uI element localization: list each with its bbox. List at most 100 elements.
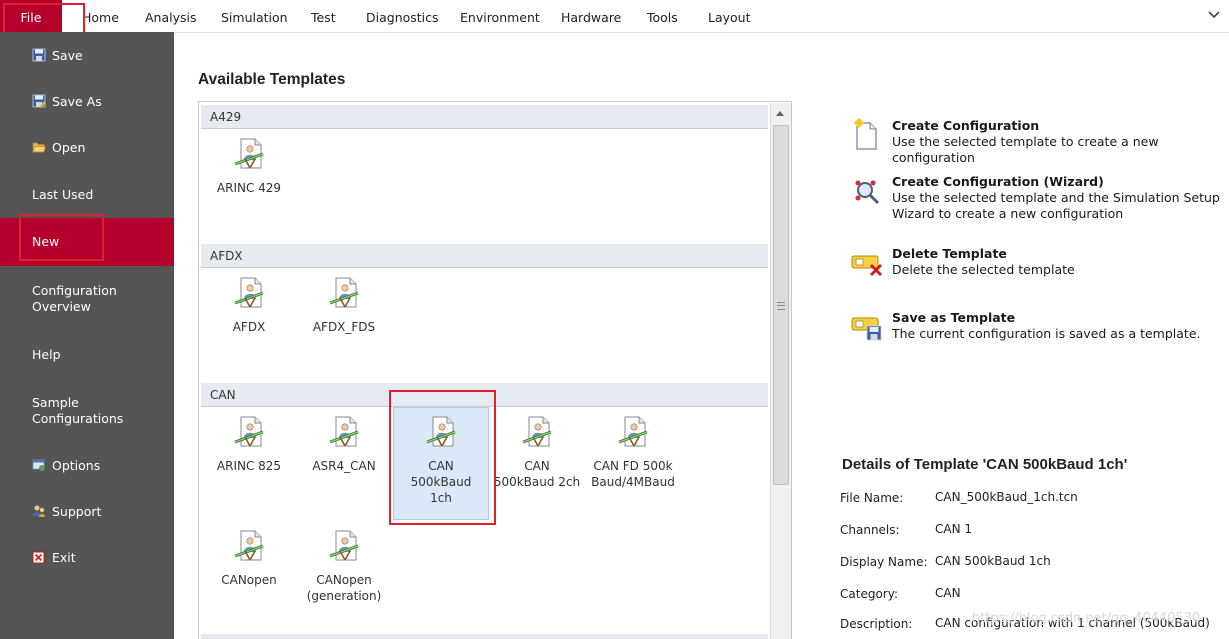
template-asr4-can[interactable]: ASR4_CAN bbox=[296, 415, 392, 483]
template-afdx[interactable]: AFDX bbox=[201, 276, 297, 344]
sidebar-item-exit[interactable]: Exit bbox=[0, 550, 174, 566]
sidebar-item-label: Support bbox=[52, 504, 102, 519]
action-description: Use the selected template to create a ne… bbox=[892, 134, 1159, 165]
menu-analysis[interactable]: Analysis bbox=[145, 0, 197, 32]
menu-hardware[interactable]: Hardware bbox=[561, 0, 621, 32]
detail-value-channels: CAN 1 bbox=[935, 522, 973, 536]
sidebar-item-open[interactable]: Open bbox=[0, 140, 174, 156]
template-file-icon bbox=[328, 529, 360, 562]
menu-tools[interactable]: Tools bbox=[647, 0, 678, 32]
sidebar-item-save-as[interactable]: Save As bbox=[0, 94, 174, 110]
menu-file[interactable]: File bbox=[0, 0, 62, 32]
sidebar-item-label: Save bbox=[52, 48, 83, 63]
template-label: CAN FD 500kBaud/4MBaud bbox=[591, 459, 675, 489]
new-document-icon bbox=[854, 118, 877, 150]
floppy-disk-icon bbox=[32, 48, 46, 62]
template-file-icon bbox=[233, 276, 265, 309]
sidebar-item-label: Configuration Overview bbox=[32, 283, 117, 314]
template-arinc-825[interactable]: ARINC 825 bbox=[201, 415, 297, 483]
action-title: Create Configuration bbox=[892, 118, 1040, 133]
scroll-up-arrow-icon[interactable] bbox=[776, 111, 784, 116]
chevron-down-icon[interactable] bbox=[1207, 8, 1221, 22]
action-title: Create Configuration (Wizard) bbox=[892, 174, 1104, 189]
templates-scrollbar[interactable] bbox=[770, 103, 791, 639]
menu-home[interactable]: Home bbox=[82, 0, 119, 32]
template-label: CAN 500kBaud 2ch bbox=[493, 459, 581, 489]
template-label: ASR4_CAN bbox=[312, 459, 376, 473]
group-header-next bbox=[201, 634, 768, 639]
template-can-500kbaud-1ch[interactable]: CAN 500kBaud 1ch bbox=[393, 407, 489, 520]
sidebar-item-label: Sample Configurations bbox=[32, 395, 124, 426]
group-header-a429: A429 bbox=[201, 105, 768, 129]
detail-label-file-name: File Name: bbox=[840, 491, 904, 505]
sidebar-item-label: New bbox=[32, 234, 60, 249]
action-title: Delete Template bbox=[892, 246, 1007, 261]
action-delete-template[interactable]: Delete Template Delete the selected temp… bbox=[850, 246, 1229, 280]
detail-value-display-name: CAN 500kBaud 1ch bbox=[935, 554, 1051, 568]
detail-label-channels: Channels: bbox=[840, 523, 900, 537]
template-afdx-fds[interactable]: AFDX_FDS bbox=[296, 276, 392, 344]
template-label: AFDX_FDS bbox=[312, 320, 376, 334]
sidebar-item-configuration-overview[interactable]: Configuration Overview bbox=[0, 283, 174, 315]
sidebar-item-save[interactable]: Save bbox=[0, 48, 174, 64]
template-label: ARINC 825 bbox=[216, 459, 282, 473]
template-can-fd-500kbaud-4mbaud[interactable]: CAN FD 500kBaud/4MBaud bbox=[585, 415, 681, 505]
action-description: Use the selected template and the Simula… bbox=[892, 190, 1220, 221]
ribbon-menu-bar: File Home Analysis Simulation Test Diagn… bbox=[0, 0, 1229, 33]
available-templates-heading: Available Templates bbox=[198, 71, 346, 88]
template-label: CANopen bbox=[221, 573, 277, 587]
open-folder-icon bbox=[32, 142, 46, 153]
menu-environment[interactable]: Environment bbox=[460, 0, 540, 32]
floppy-disk-save-as-icon bbox=[32, 94, 46, 108]
detail-label-category: Category: bbox=[840, 587, 898, 601]
exit-icon bbox=[32, 551, 45, 564]
template-label: ARINC 429 bbox=[216, 181, 282, 195]
sidebar-item-help[interactable]: Help bbox=[0, 347, 174, 363]
action-create-configuration[interactable]: Create Configuration Use the selected te… bbox=[850, 118, 1229, 165]
save-template-icon bbox=[851, 317, 882, 341]
action-description: Delete the selected template bbox=[892, 262, 1075, 277]
group-header-afdx: AFDX bbox=[201, 244, 768, 268]
menu-test[interactable]: Test bbox=[311, 0, 336, 32]
sidebar-item-label: Help bbox=[32, 347, 61, 362]
template-can-500kbaud-2ch[interactable]: CAN 500kBaud 2ch bbox=[489, 415, 585, 489]
templates-gallery: A429 ARINC 429 AFDX AFDX AFDX_FDS CAN AR… bbox=[198, 101, 792, 639]
action-save-as-template[interactable]: Save as Template The current configurati… bbox=[850, 310, 1229, 344]
template-details-title: Details of Template 'CAN 500kBaud 1ch' bbox=[842, 456, 1128, 473]
sidebar-item-label: Save As bbox=[52, 94, 102, 109]
sidebar-item-new[interactable]: New bbox=[0, 218, 174, 266]
sidebar-item-label: Last Used bbox=[32, 187, 94, 202]
detail-label-display-name: Display Name: bbox=[840, 555, 928, 569]
backstage-sidebar: Save Save As Open Last Used New Configur… bbox=[0, 32, 174, 639]
menu-diagnostics[interactable]: Diagnostics bbox=[366, 0, 439, 32]
template-file-icon bbox=[425, 415, 457, 448]
template-file-icon bbox=[233, 137, 265, 170]
action-description: The current configuration is saved as a … bbox=[892, 326, 1201, 341]
template-canopen-generation[interactable]: CANopen (generation) bbox=[296, 529, 392, 609]
group-header-can: CAN bbox=[201, 383, 768, 407]
template-arinc-429[interactable]: ARINC 429 bbox=[201, 137, 297, 205]
scrollbar-thumb[interactable] bbox=[773, 125, 789, 485]
action-create-configuration-wizard[interactable]: Create Configuration (Wizard) Use the se… bbox=[850, 174, 1229, 224]
template-file-icon bbox=[233, 529, 265, 562]
sidebar-item-sample-configurations[interactable]: Sample Configurations bbox=[0, 395, 174, 427]
template-file-icon bbox=[328, 276, 360, 309]
action-title: Save as Template bbox=[892, 310, 1016, 325]
sidebar-item-label: Options bbox=[52, 458, 101, 473]
template-file-icon bbox=[521, 415, 553, 448]
watermark-text: https://blog.csdn.net/qq_40440530 bbox=[972, 611, 1201, 626]
scrollbar-grip-icon bbox=[777, 302, 785, 310]
sidebar-item-label: Exit bbox=[52, 550, 76, 565]
template-label: CANopen (generation) bbox=[306, 573, 382, 603]
group-divider bbox=[201, 128, 768, 129]
sidebar-item-label: Open bbox=[52, 140, 86, 155]
detail-value-category: CAN bbox=[935, 586, 961, 600]
sidebar-item-options[interactable]: Options bbox=[0, 458, 174, 474]
template-label: AFDX bbox=[232, 320, 266, 334]
template-canopen[interactable]: CANopen bbox=[201, 529, 297, 597]
options-icon bbox=[32, 459, 45, 471]
menu-layout[interactable]: Layout bbox=[708, 0, 751, 32]
sidebar-item-last-used[interactable]: Last Used bbox=[0, 187, 174, 203]
menu-simulation[interactable]: Simulation bbox=[221, 0, 288, 32]
sidebar-item-support[interactable]: Support bbox=[0, 504, 174, 520]
